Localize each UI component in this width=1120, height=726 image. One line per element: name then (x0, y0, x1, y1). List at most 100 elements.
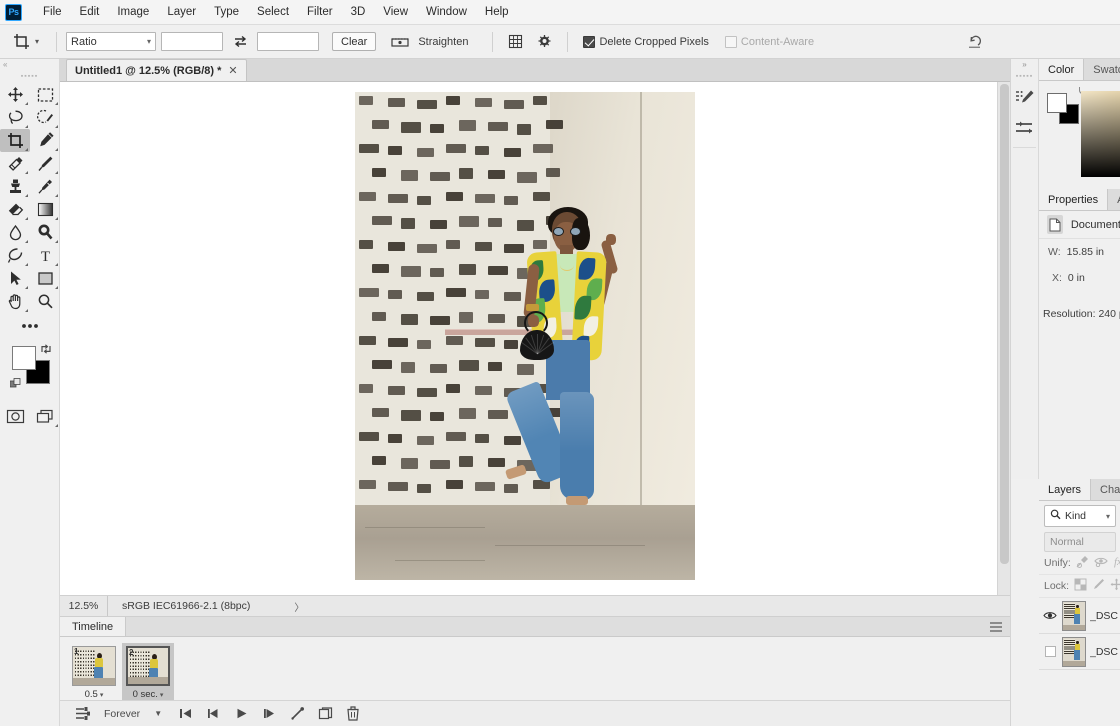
frame-delay-dropdown[interactable]: 0.5 ▾ (85, 689, 104, 700)
status-expand-icon[interactable]: 〉 (294, 599, 304, 614)
crop-height-input[interactable] (257, 32, 320, 51)
tab-swatches[interactable]: Swatches (1084, 59, 1120, 80)
tab-color[interactable]: Color (1039, 59, 1085, 80)
property-width-value[interactable]: 15.85 in (1067, 246, 1104, 258)
animation-frame-1[interactable]: 1 0.5 ▾ (68, 643, 120, 700)
gradient-tool[interactable] (30, 198, 60, 221)
tab-adjustments[interactable]: Adj (1108, 189, 1120, 210)
straighten-label[interactable]: Straighten (418, 36, 468, 48)
type-tool[interactable]: T (30, 244, 60, 267)
delete-cropped-pixels-checkbox[interactable]: Delete Cropped Pixels (583, 35, 709, 48)
tab-properties[interactable]: Properties (1039, 189, 1109, 210)
menu-item-edit[interactable]: Edit (71, 3, 109, 21)
panel-menu-icon[interactable] (990, 622, 1002, 632)
straighten-icon[interactable] (388, 31, 412, 53)
menu-item-layer[interactable]: Layer (158, 3, 205, 21)
close-icon[interactable]: ✕ (228, 64, 237, 77)
property-resolution-value[interactable]: Resolution: 240 pi (1043, 308, 1120, 320)
animation-frame-2[interactable]: 2 0 sec. ▾ (122, 643, 174, 700)
crop-ratio-select[interactable]: Ratio ▾ (66, 32, 157, 51)
dodge-tool[interactable] (30, 221, 60, 244)
lock-image-icon[interactable] (1092, 578, 1105, 594)
layer-name[interactable]: _DSC (1090, 646, 1118, 658)
rectangle-tool[interactable] (30, 267, 60, 290)
play-animation-button[interactable] (228, 703, 254, 725)
rectangular-marquee-tool[interactable] (30, 83, 60, 106)
crop-tool-preset-caret-icon[interactable]: ▾ (35, 37, 39, 46)
quick-selection-tool[interactable] (30, 106, 60, 129)
eraser-tool[interactable] (0, 198, 30, 221)
move-tool[interactable] (0, 83, 30, 106)
gear-icon[interactable] (532, 31, 556, 53)
tools-panel-grip-dots[interactable]: ▪▪▪▪▪ (0, 69, 59, 83)
content-aware-checkbox[interactable]: Content-Aware (724, 35, 814, 48)
zoom-tool[interactable] (30, 290, 60, 313)
hand-tool[interactable] (0, 290, 30, 313)
lock-transparency-icon[interactable] (1074, 578, 1087, 594)
layer-visibility-toggle[interactable] (1042, 646, 1058, 657)
blend-mode-dropdown[interactable]: Normal (1044, 532, 1116, 552)
layer-thumbnail[interactable] (1062, 600, 1086, 631)
history-brush-tool[interactable] (30, 175, 60, 198)
canvas-area[interactable] (60, 82, 1010, 595)
document-image[interactable] (355, 92, 695, 580)
layer-item-1[interactable]: _DSC (1039, 598, 1120, 634)
edit-toolbar-ellipsis-icon[interactable] (0, 316, 60, 338)
brushes-panel-icon[interactable] (1011, 83, 1038, 113)
canvas-vertical-scrollbar[interactable] (997, 82, 1010, 595)
reset-arrow-icon[interactable] (962, 31, 986, 53)
select-next-frame-button[interactable] (256, 703, 282, 725)
select-first-frame-button[interactable] (172, 703, 198, 725)
zoom-level[interactable]: 12.5% (60, 596, 108, 616)
menu-item-file[interactable]: File (34, 3, 71, 21)
layer-item-2[interactable]: _DSC (1039, 634, 1120, 670)
menu-item-image[interactable]: Image (108, 3, 158, 21)
menu-item-window[interactable]: Window (417, 3, 476, 21)
path-selection-tool[interactable] (0, 267, 30, 290)
layer-thumbnail[interactable] (1062, 636, 1086, 667)
loop-options-dropdown[interactable]: Forever ▼ (98, 708, 170, 720)
adjustments-panel-icon[interactable] (1011, 113, 1038, 143)
layer-visibility-toggle[interactable] (1042, 610, 1058, 621)
blur-tool[interactable] (0, 221, 30, 244)
clear-button[interactable]: Clear (332, 32, 377, 51)
eyedropper-tool[interactable] (30, 129, 60, 152)
tab-layers[interactable]: Layers (1039, 479, 1092, 500)
tab-timeline[interactable]: Timeline (60, 617, 127, 636)
menu-item-type[interactable]: Type (205, 3, 248, 21)
menu-item-view[interactable]: View (374, 3, 417, 21)
crop-tool[interactable] (0, 129, 30, 152)
menu-item-select[interactable]: Select (248, 3, 298, 21)
property-x-value[interactable]: 0 in (1068, 272, 1085, 284)
brush-tool[interactable] (30, 152, 60, 175)
clone-stamp-tool[interactable] (0, 175, 30, 198)
tools-panel-collapse-handle[interactable]: « (0, 59, 59, 69)
unify-visibility-icon[interactable] (1094, 556, 1108, 570)
document-tab[interactable]: Untitled1 @ 12.5% (RGB/8) * ✕ (66, 59, 247, 81)
spot-healing-brush-tool[interactable] (0, 152, 30, 175)
screen-mode-icon[interactable] (30, 404, 60, 428)
foreground-color-swatch[interactable] (12, 346, 36, 370)
canvas-scrollbar-thumb[interactable] (1000, 84, 1009, 564)
select-previous-frame-button[interactable] (200, 703, 226, 725)
swap-colors-icon[interactable] (40, 343, 52, 355)
convert-to-video-timeline-button[interactable] (70, 703, 96, 725)
crop-width-input[interactable] (161, 32, 224, 51)
tween-frames-button[interactable] (284, 703, 310, 725)
crop-tool-icon[interactable] (10, 31, 32, 53)
frame-delay-dropdown[interactable]: 0 sec. ▾ (133, 689, 164, 700)
layer-filter-kind-dropdown[interactable]: Kind ▾ (1044, 505, 1116, 527)
duplicate-frame-button[interactable] (312, 703, 338, 725)
rail-grip-dots[interactable]: ▪▪▪▪▪ (1011, 70, 1038, 83)
color-panel-foreground-swatch[interactable] (1047, 93, 1067, 113)
layer-name[interactable]: _DSC (1090, 610, 1118, 622)
lock-position-icon[interactable] (1110, 578, 1120, 594)
tab-channels[interactable]: Channels (1091, 479, 1120, 500)
crop-overlay-grid-icon[interactable] (504, 31, 528, 53)
delete-frame-button[interactable] (340, 703, 366, 725)
color-ramp[interactable] (1081, 91, 1120, 177)
menu-item-filter[interactable]: Filter (298, 3, 342, 21)
dock-expand-handle[interactable]: » (1011, 59, 1038, 70)
menu-item-3d[interactable]: 3D (342, 3, 375, 21)
swap-arrows-icon[interactable] (231, 33, 249, 51)
